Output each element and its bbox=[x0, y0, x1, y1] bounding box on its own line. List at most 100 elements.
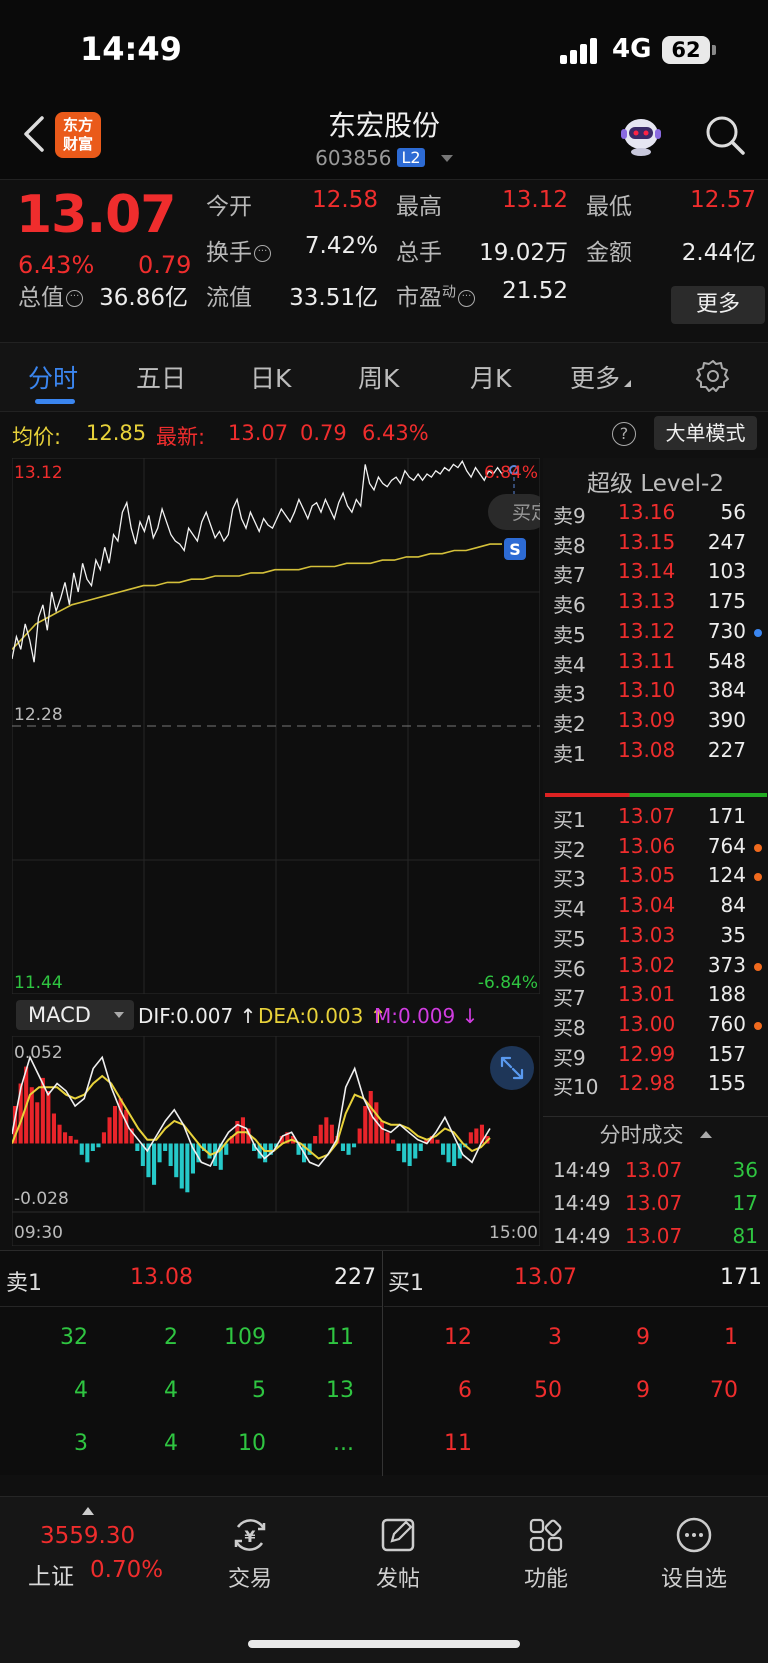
bid-row[interactable]: 买2 13.06 764 bbox=[543, 834, 768, 865]
buy-queue-cell: 9 bbox=[636, 1378, 650, 1403]
bid-price: 13.05 bbox=[618, 863, 676, 888]
ask-volume: 384 bbox=[707, 678, 746, 703]
macd-chart[interactable]: 0.052 -0.028 09:30 15:00 bbox=[12, 1036, 540, 1246]
tab-monthly-k[interactable]: 月K bbox=[470, 359, 511, 395]
sell-queue-cell: 32 bbox=[60, 1325, 88, 1350]
tab-weekly-k[interactable]: 周K bbox=[358, 359, 399, 395]
level2-title[interactable]: 超级 Level-2 bbox=[543, 464, 768, 498]
macd-bar bbox=[391, 1139, 396, 1144]
bid-volume: 764 bbox=[707, 833, 746, 858]
buy1-label: 买1 bbox=[388, 1271, 424, 1296]
quote-panel: 13.07 6.43% 0.79 今开 12.58 最高 13.12 最低 12… bbox=[0, 181, 768, 341]
macd-top-label: 0.052 bbox=[14, 1043, 63, 1063]
intraday-chart[interactable]: 13.12 12.28 11.44 6.84% -6.84% 买定 S bbox=[12, 458, 540, 994]
macd-bar bbox=[157, 1143, 162, 1163]
ask-row[interactable]: 卖8 13.15 247 bbox=[543, 530, 768, 561]
open-label: 今开 bbox=[206, 194, 252, 220]
avg-latest-bar: 均价: 12.85 最新: 13.07 0.79 6.43% ? 大单模式 bbox=[0, 412, 768, 456]
ask-row[interactable]: 卖2 13.09 390 bbox=[543, 708, 768, 739]
bid-level-label: 买1 bbox=[553, 808, 586, 832]
ask-row[interactable]: 卖1 13.08 227 bbox=[543, 738, 768, 769]
bid-level-label: 买10 bbox=[553, 1075, 599, 1100]
ask-row[interactable]: 卖4 13.11 548 bbox=[543, 649, 768, 680]
index-percent: 0.70% bbox=[90, 1557, 164, 1583]
help-icon[interactable]: ? bbox=[612, 422, 636, 446]
tab-post[interactable]: 发帖 bbox=[348, 1515, 448, 1593]
bid-row[interactable]: 买5 13.03 35 bbox=[543, 923, 768, 954]
large-order-dot bbox=[754, 843, 762, 852]
turnover-label[interactable]: 换手 ··· bbox=[206, 233, 271, 267]
amount-value: 2.44亿 bbox=[681, 240, 756, 266]
bid-row[interactable]: 买8 13.00 760 bbox=[543, 1012, 768, 1043]
indicator-select[interactable]: MACD bbox=[16, 1000, 134, 1030]
more-button[interactable]: 更多 bbox=[671, 286, 765, 324]
index-widget[interactable]: 3559.30 上证 0.70% bbox=[0, 1497, 180, 1597]
tab-daily-k[interactable]: 日K bbox=[250, 359, 291, 395]
buy-queue-cell: 50 bbox=[534, 1378, 562, 1403]
tab-add-watchlist[interactable]: 设自选 bbox=[644, 1515, 744, 1593]
tab-five-day[interactable]: 五日 bbox=[136, 359, 186, 395]
bid-price: 13.02 bbox=[618, 952, 676, 977]
ask-level-label: 卖2 bbox=[553, 711, 586, 736]
ask-level-label: 卖6 bbox=[553, 593, 586, 618]
ask-row[interactable]: 卖7 13.14 103 bbox=[543, 559, 768, 590]
macd-bar bbox=[107, 1117, 112, 1144]
bid-volume: 124 bbox=[707, 863, 746, 888]
robot-assistant-icon[interactable] bbox=[618, 112, 664, 158]
macd-bar bbox=[346, 1143, 351, 1155]
market-cap-value: 36.86亿 bbox=[99, 285, 188, 311]
ask-row[interactable]: 卖3 13.10 384 bbox=[543, 678, 768, 709]
order-queue-panel: 卖1 13.08 227 买1 13.07 171 32 2 109 11 4 4 5 13 3… bbox=[0, 1250, 768, 1476]
macd-bar bbox=[79, 1143, 84, 1155]
macd-bar bbox=[63, 1132, 68, 1144]
buy-sell-ratio-bar bbox=[545, 793, 767, 797]
ticks-title[interactable]: 分时成交 bbox=[543, 1116, 768, 1152]
macd-bar bbox=[324, 1117, 329, 1144]
bid-price: 13.06 bbox=[618, 833, 676, 858]
bid-row[interactable]: 买9 12.99 157 bbox=[543, 1042, 768, 1073]
bid-row[interactable]: 买6 13.02 373 bbox=[543, 953, 768, 984]
ask-row[interactable]: 卖9 13.16 56 bbox=[543, 500, 768, 531]
search-icon[interactable] bbox=[704, 114, 746, 156]
pe-label[interactable]: 市盈动 ··· bbox=[396, 278, 475, 312]
ask-row[interactable]: 卖6 13.13 175 bbox=[543, 589, 768, 620]
y-top-label: 13.12 bbox=[14, 463, 63, 483]
tick-time: 14:49 bbox=[553, 1191, 611, 1215]
macd-bar bbox=[318, 1124, 323, 1144]
ask-level-label: 卖7 bbox=[553, 563, 586, 588]
buy-queue-cell: 1 bbox=[724, 1325, 738, 1350]
caret-up-icon bbox=[82, 1507, 94, 1515]
large-order-dot bbox=[754, 1021, 762, 1030]
bid-row[interactable]: 买1 13.07 171 bbox=[543, 804, 768, 835]
big-order-mode-button[interactable]: 大单模式 bbox=[654, 416, 757, 450]
bid-price: 12.99 bbox=[618, 1041, 676, 1066]
ask-volume: 730 bbox=[707, 618, 746, 643]
tab-trade[interactable]: ¥ 交易 bbox=[200, 1515, 300, 1593]
large-order-dot bbox=[754, 628, 762, 637]
status-bar: 14:49 4G 62 bbox=[0, 0, 768, 100]
gear-icon[interactable] bbox=[696, 359, 730, 393]
sell-queue-cell: 4 bbox=[164, 1378, 178, 1403]
bid-row[interactable]: 买4 13.04 84 bbox=[543, 893, 768, 924]
ask-price: 13.14 bbox=[618, 559, 676, 584]
home-indicator[interactable] bbox=[248, 1640, 520, 1648]
bid-volume: 171 bbox=[707, 804, 746, 828]
buy-queue-cell: 9 bbox=[636, 1325, 650, 1350]
bid-row[interactable]: 买3 13.05 124 bbox=[543, 863, 768, 894]
bid-row[interactable]: 买10 12.98 155 bbox=[543, 1071, 768, 1102]
market-cap-label[interactable]: 总值 ··· bbox=[18, 278, 83, 312]
macd-bar bbox=[46, 1091, 51, 1144]
bid-level-label: 买9 bbox=[553, 1045, 586, 1070]
tab-functions[interactable]: 功能 bbox=[496, 1515, 596, 1593]
tab-intraday[interactable]: 分时 bbox=[28, 359, 78, 395]
sell-queue-cell: 3 bbox=[74, 1431, 88, 1456]
ask-row[interactable]: 卖5 13.12 730 bbox=[543, 619, 768, 650]
expand-icon[interactable] bbox=[490, 1046, 534, 1090]
latest-value: 13.07 bbox=[228, 421, 289, 445]
sell1-volume: 227 bbox=[334, 1265, 376, 1290]
bid-row[interactable]: 买7 13.01 188 bbox=[543, 982, 768, 1013]
chart-period-tabs: 分时 五日 日K 周K 月K 更多 bbox=[0, 342, 768, 412]
buy-queue-cell: 11 bbox=[444, 1431, 472, 1456]
tab-more[interactable]: 更多 bbox=[570, 359, 632, 395]
signal-icon bbox=[560, 38, 600, 64]
